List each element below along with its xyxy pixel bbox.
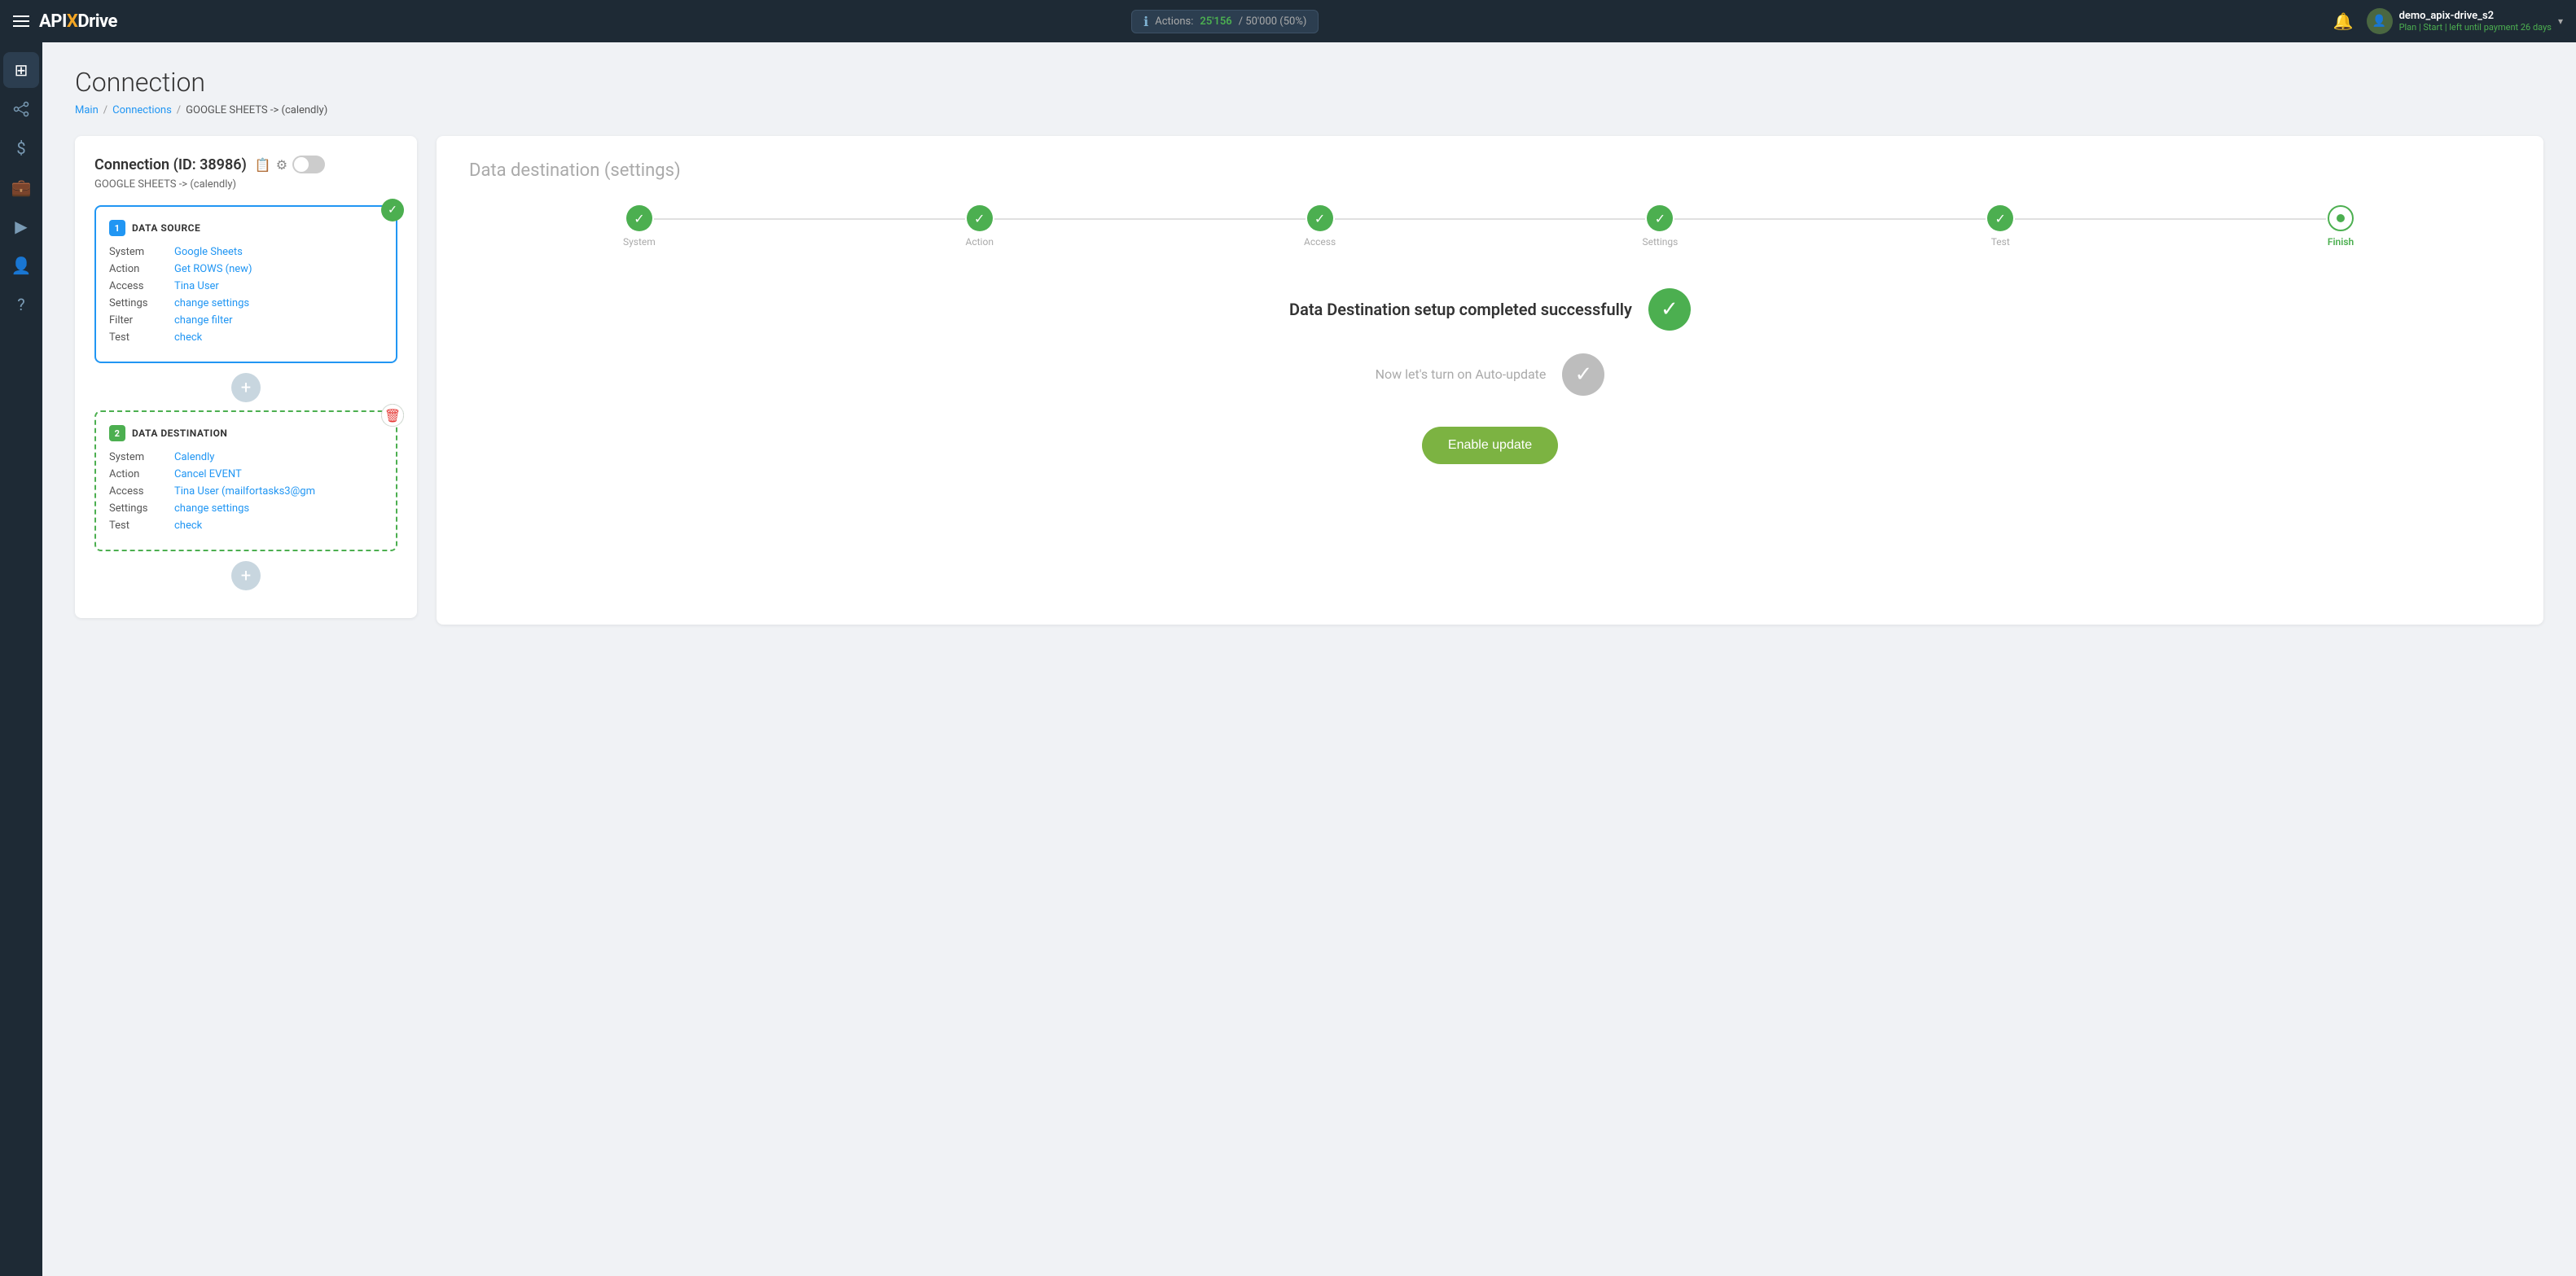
source-row-action: Action Get ROWS (new) [109,263,383,275]
sidebar-item-profile[interactable]: 👤 [3,248,39,283]
cards-row: Connection (ID: 38986) 📋 ⚙ GOOGLE SHEETS… [75,136,2543,625]
step-finish-circle [2328,205,2354,231]
copy-icon[interactable]: 📋 [255,157,271,173]
step-settings-circle: ✓ [1647,205,1673,231]
connection-id: Connection (ID: 38986) [94,156,247,173]
connection-icons: 📋 ⚙ [255,156,325,173]
success-check-icon: ✓ [1648,288,1691,331]
step-system: ✓ System [469,205,810,248]
add-button-1[interactable]: + [231,373,261,402]
step-settings-label: Settings [1642,236,1678,248]
user-name: demo_apix-drive_s2 [2399,10,2552,22]
data-destination-block: ✓ 🗑 2 DATA DESTINATION System Calendly A… [94,410,397,551]
sidebar-item-tasks[interactable]: 💼 [3,169,39,205]
actions-label: Actions: [1155,15,1193,28]
actions-total: / 50'000 (50%) [1239,15,1307,28]
source-row-settings: Settings change settings [109,297,383,309]
navbar-left: APIXDrive [13,11,117,32]
step-settings: ✓ Settings [1490,205,1830,248]
dest-row-settings: Settings change settings [109,502,383,515]
step-access-label: Access [1304,236,1336,248]
data-source-block: ✓ 1 DATA SOURCE System Google Sheets Act… [94,205,397,363]
dest-row-action: Action Cancel EVENT [109,468,383,480]
logo-x-text: X [67,11,77,32]
breadcrumb-sep2: / [177,104,181,116]
gear-icon[interactable]: ⚙ [276,157,287,173]
step-access: ✓ Access [1150,205,1490,248]
success-row-2: Now let's turn on Auto-update ✓ [1376,353,1605,396]
step-system-circle: ✓ [626,205,652,231]
navbar-right: 🔔 👤 demo_apix-drive_s2 Plan | Start | le… [2333,8,2563,34]
connection-subtitle: GOOGLE SHEETS -> (calendly) [94,178,397,191]
enable-update-button[interactable]: Enable update [1422,427,1558,464]
auto-update-icon: ✓ [1562,353,1604,396]
breadcrumb-sep1: / [103,104,108,116]
info-icon: ℹ [1143,14,1148,29]
source-row-filter: Filter change filter [109,314,383,327]
bell-icon[interactable]: 🔔 [2333,11,2354,31]
destination-block-header: 2 DATA DESTINATION [109,425,383,441]
step-test-circle: ✓ [1987,205,2013,231]
hamburger-menu[interactable] [13,15,29,27]
actions-badge: ℹ Actions: 25'156 / 50'000 (50%) [1131,10,1319,33]
step-action: ✓ Action [810,205,1150,248]
chevron-down-icon: ▾ [2558,15,2563,27]
logo-drive-text: Drive [77,11,117,32]
breadcrumb-connections[interactable]: Connections [112,104,172,116]
stepper: ✓ System ✓ Action ✓ Access ✓ Settings [469,205,2511,248]
actions-count: 25'156 [1200,15,1231,28]
source-row-access: Access Tina User [109,280,383,292]
add-button-2[interactable]: + [231,561,261,590]
sidebar-item-automate[interactable]: ▶ [3,208,39,244]
sidebar-item-billing[interactable]: $ [3,130,39,166]
step-finish: Finish [2170,205,2511,248]
page-title: Connection [75,67,2543,98]
user-info: demo_apix-drive_s2 Plan | Start | left u… [2399,10,2552,33]
dest-row-system: System Calendly [109,451,383,463]
source-check-icon: ✓ [381,199,404,221]
step-test: ✓ Test [1830,205,2170,248]
success-row-1: Data Destination setup completed success… [1289,288,1691,331]
left-panel: Connection (ID: 38986) 📋 ⚙ GOOGLE SHEETS… [75,136,417,618]
breadcrumb-current: GOOGLE SHEETS -> (calendly) [186,104,327,116]
step-system-label: System [623,236,656,248]
navbar: APIXDrive ℹ Actions: 25'156 / 50'000 (50… [0,0,2576,42]
source-block-header: 1 DATA SOURCE [109,220,383,236]
dest-row-access: Access Tina User (mailfortasks3@gm [109,485,383,498]
toggle-switch[interactable] [292,156,325,173]
source-block-num: 1 [109,220,125,236]
user-section[interactable]: 👤 demo_apix-drive_s2 Plan | Start | left… [2367,8,2563,34]
step-finish-label: Finish [2328,236,2354,248]
sidebar-item-dashboard[interactable]: ⊞ [3,52,39,88]
sidebar: ⊞ $ 💼 ▶ 👤 ? [0,42,42,1276]
app-body: ⊞ $ 💼 ▶ 👤 ? Connection Main / Connection… [0,42,2576,1276]
source-row-system: System Google Sheets [109,246,383,258]
right-panel: Data destination (settings) ✓ System ✓ A… [437,136,2543,625]
breadcrumb-main[interactable]: Main [75,104,99,116]
logo-api-text: API [39,11,67,32]
navbar-center: ℹ Actions: 25'156 / 50'000 (50%) [117,10,2333,33]
step-action-circle: ✓ [967,205,993,231]
dest-row-test: Test check [109,520,383,532]
destination-title: Data destination (settings) [469,160,2511,181]
source-block-title: DATA SOURCE [132,222,200,234]
user-plan: Plan | Start | left until payment 26 day… [2399,22,2552,33]
avatar: 👤 [2367,8,2393,34]
step-action-label: Action [966,236,994,248]
success-section: Data Destination setup completed success… [469,288,2511,464]
connection-header: Connection (ID: 38986) 📋 ⚙ [94,156,397,173]
destination-block-num: 2 [109,425,125,441]
sidebar-item-help[interactable]: ? [3,287,39,322]
source-row-test: Test check [109,331,383,344]
main-content: Connection Main / Connections / GOOGLE S… [42,42,2576,1276]
success-title: Data Destination setup completed success… [1289,298,1632,321]
step-test-label: Test [1991,236,2010,248]
auto-update-text: Now let's turn on Auto-update [1376,366,1547,384]
destination-block-title: DATA DESTINATION [132,428,227,439]
breadcrumb: Main / Connections / GOOGLE SHEETS -> (c… [75,104,2543,116]
logo: APIXDrive [39,11,117,32]
delete-destination-button[interactable]: 🗑 [381,404,404,427]
sidebar-item-connections[interactable] [3,91,39,127]
step-access-circle: ✓ [1307,205,1333,231]
